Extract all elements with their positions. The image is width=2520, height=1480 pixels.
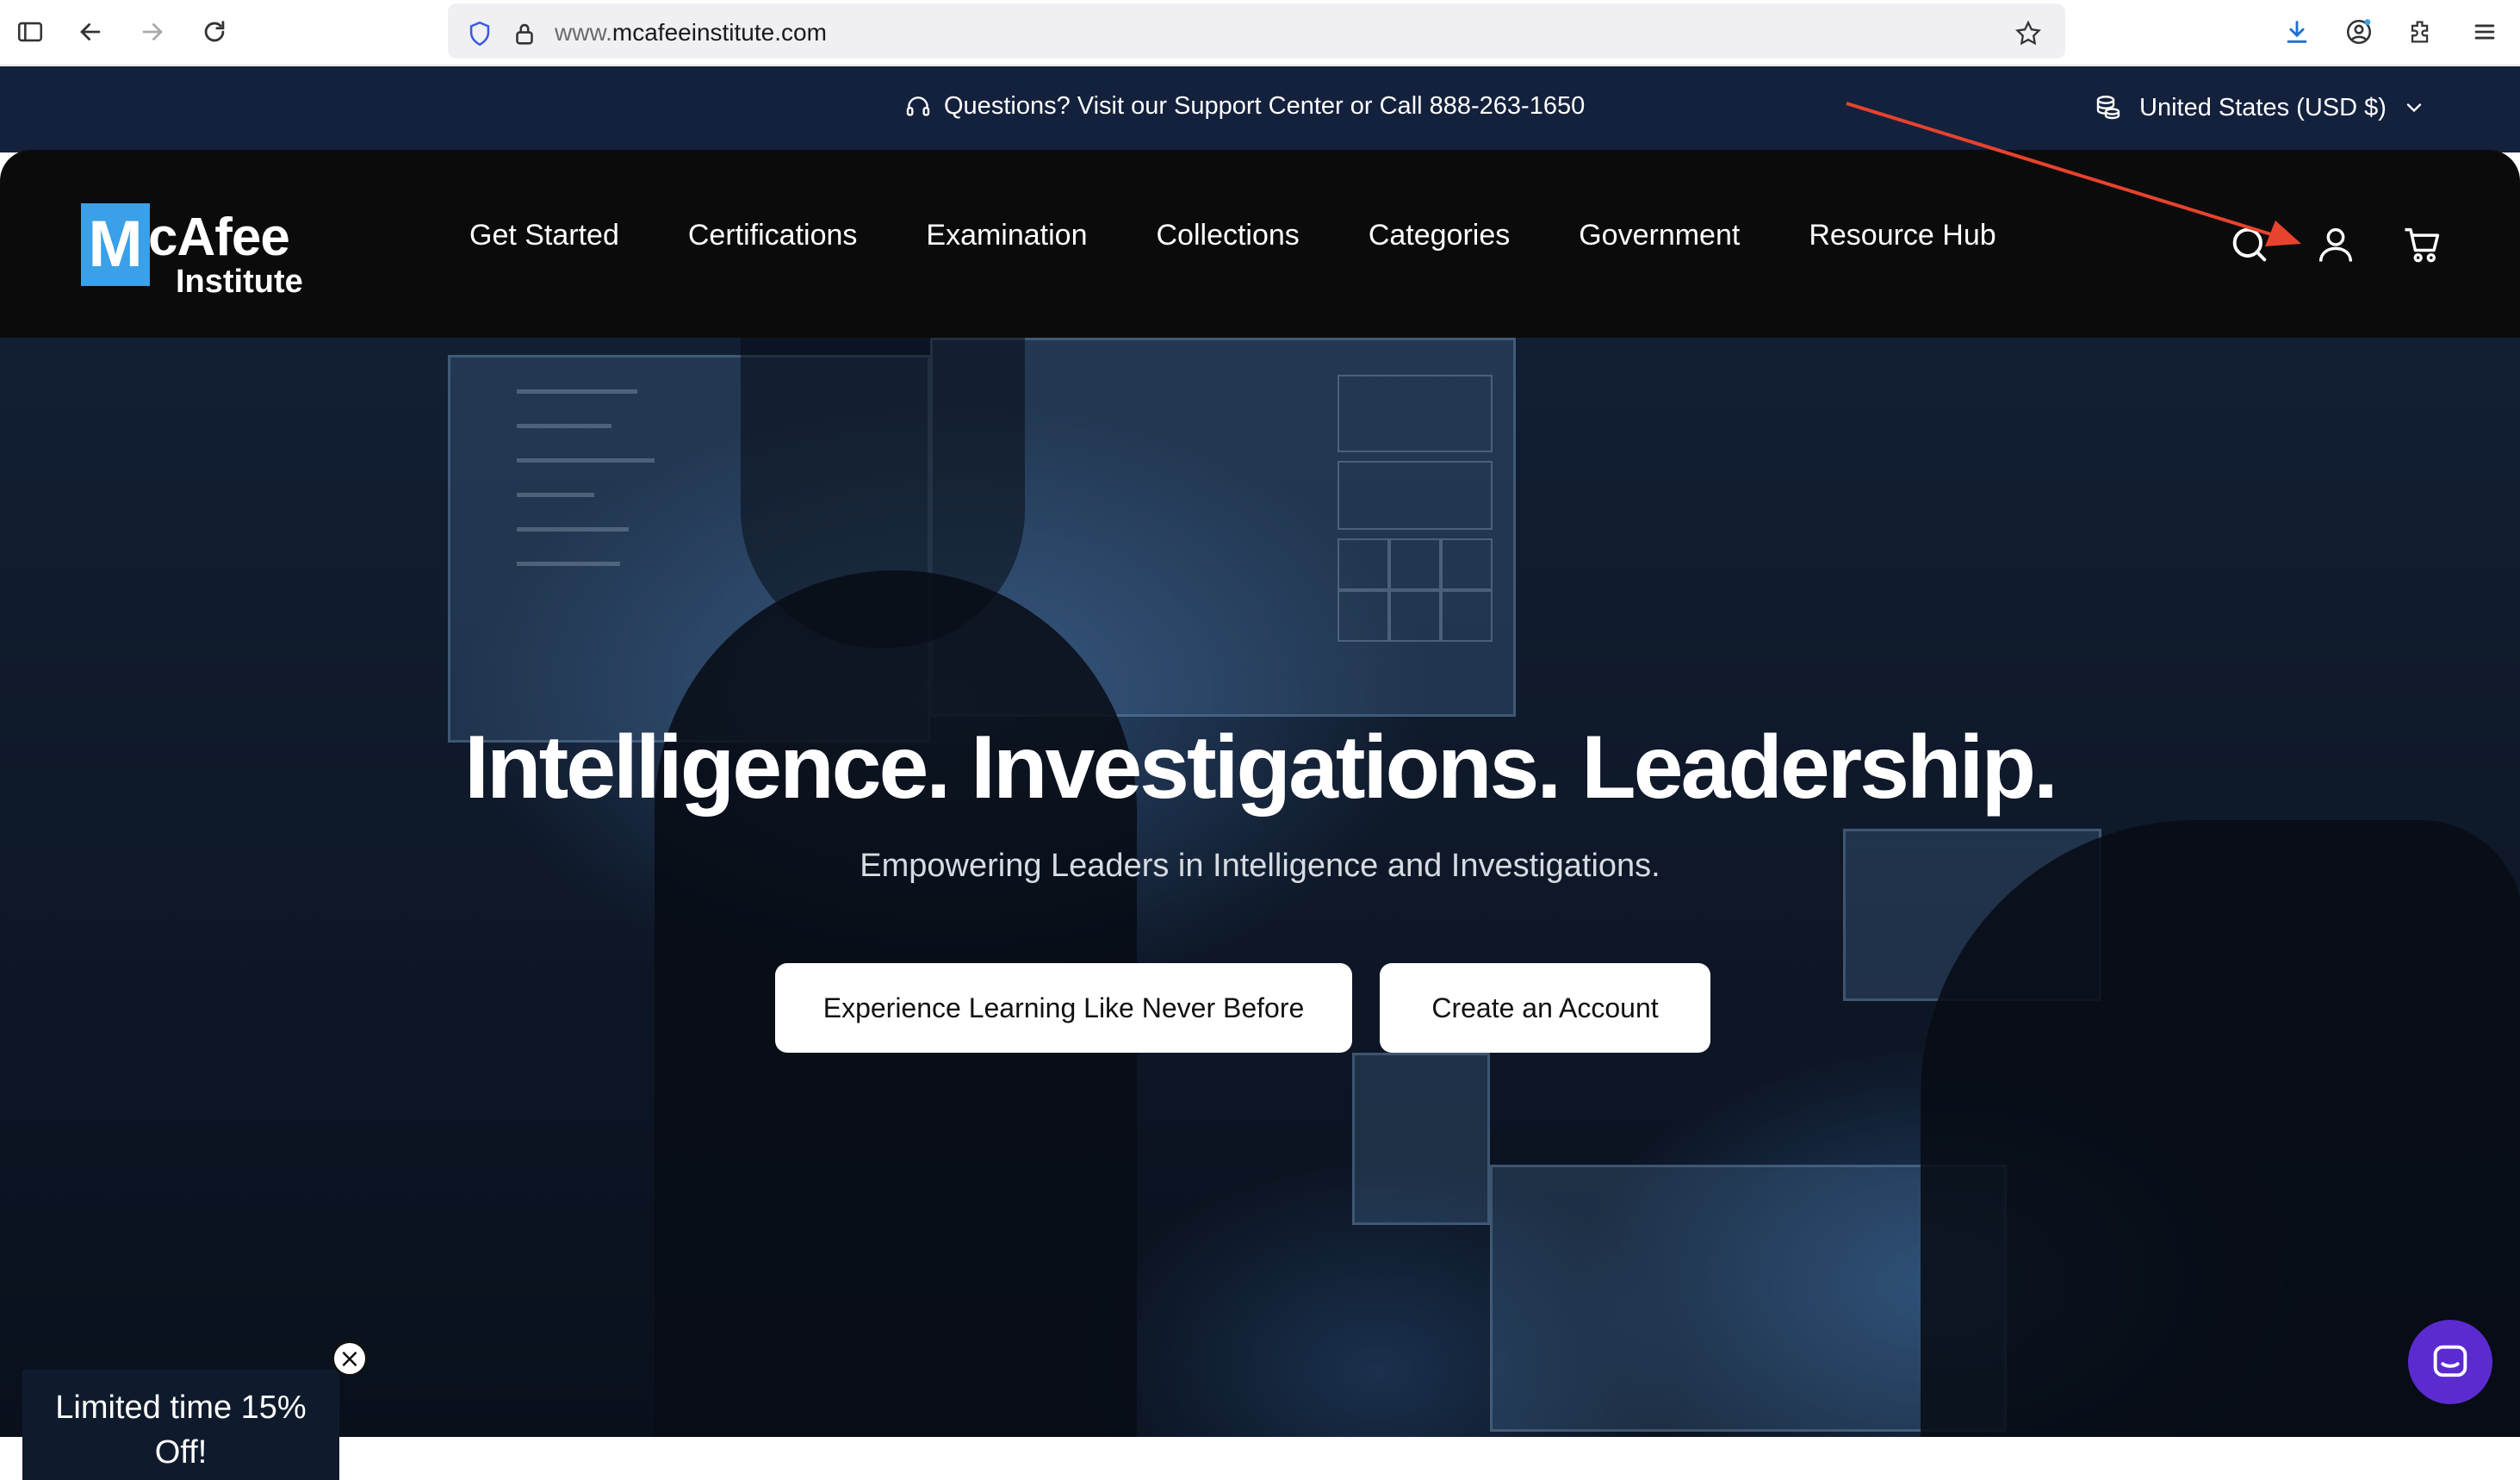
- forward-arrow-icon[interactable]: [133, 12, 172, 52]
- currency-label: United States (USD $): [2139, 93, 2387, 121]
- chevron-down-icon: [2406, 103, 2422, 113]
- address-bar[interactable]: www.mcafeeinstitute.com: [448, 3, 2065, 59]
- hero-title: Intelligence. Investigations. Leadership…: [464, 718, 2058, 818]
- logo-subtitle: Institute: [176, 264, 303, 300]
- hero-overlay: [0, 338, 2520, 1437]
- create-account-button[interactable]: Create an Account: [1380, 963, 1710, 1053]
- lock-icon[interactable]: [505, 14, 544, 53]
- main-nav: Get Started Certifications Examination C…: [469, 219, 2065, 252]
- announcement-bar: Questions? Visit our Support Center or C…: [0, 66, 2520, 152]
- nav-collections[interactable]: Collections: [1157, 219, 1300, 252]
- reload-icon[interactable]: [195, 12, 234, 52]
- hero-subtitle: Empowering Leaders in Intelligence and I…: [860, 848, 1660, 884]
- currency-selector[interactable]: United States (USD $): [2093, 92, 2426, 123]
- url-domain: mcafeeinstitute.com: [611, 19, 827, 46]
- promo-text-line2: Off!: [154, 1434, 208, 1471]
- headset-icon: [906, 96, 930, 116]
- chat-bubble-icon: [2433, 1345, 2467, 1377]
- extensions-icon[interactable]: [2401, 12, 2441, 52]
- url-text: www.mcafeeinstitute.com: [555, 19, 827, 47]
- nav-resource-hub[interactable]: Resource Hub: [1809, 219, 1996, 252]
- promo-close-icon[interactable]: ×: [332, 1340, 368, 1377]
- nav-categories[interactable]: Categories: [1369, 219, 1510, 252]
- mcafee-institute-logo[interactable]: M cAfee Institute: [81, 203, 305, 300]
- nav-get-started[interactable]: Get Started: [469, 219, 619, 252]
- site-header: M cAfee Institute Get Started Certificat…: [0, 150, 2520, 365]
- chat-widget-button[interactable]: [2408, 1320, 2492, 1404]
- shield-icon[interactable]: [460, 14, 500, 53]
- download-icon[interactable]: [2277, 12, 2317, 52]
- browser-toolbar: www.mcafeeinstitute.com: [0, 0, 2520, 65]
- nav-examination[interactable]: Examination: [926, 219, 1087, 252]
- logo-m-box: M: [81, 203, 150, 286]
- hero-banner: Intelligence. Investigations. Leadership…: [0, 338, 2520, 1437]
- search-icon[interactable]: [2224, 219, 2275, 271]
- coins-icon: [2096, 96, 2120, 120]
- promo-text-line1: Limited time 15%: [55, 1390, 307, 1426]
- support-message[interactable]: Questions? Visit our Support Center or C…: [904, 92, 1585, 121]
- sidebar-toggle-icon[interactable]: [10, 12, 50, 52]
- back-arrow-icon[interactable]: [71, 12, 110, 52]
- bookmark-star-icon[interactable]: [2008, 14, 2048, 53]
- nav-government[interactable]: Government: [1579, 219, 1740, 252]
- page-content-edge: [0, 1437, 2520, 1480]
- logo-wordmark: cAfee: [148, 208, 290, 267]
- user-account-icon[interactable]: [2310, 219, 2362, 271]
- experience-learning-button[interactable]: Experience Learning Like Never Before: [775, 963, 1352, 1053]
- promo-banner[interactable]: Limited time 15% Off!: [22, 1370, 339, 1480]
- support-message-text: Questions? Visit our Support Center or C…: [944, 92, 1586, 120]
- account-icon[interactable]: [2339, 12, 2379, 52]
- menu-icon[interactable]: [2465, 12, 2504, 52]
- nav-certifications[interactable]: Certifications: [688, 219, 858, 252]
- cart-icon[interactable]: [2396, 219, 2448, 271]
- url-prefix: www.: [555, 19, 612, 46]
